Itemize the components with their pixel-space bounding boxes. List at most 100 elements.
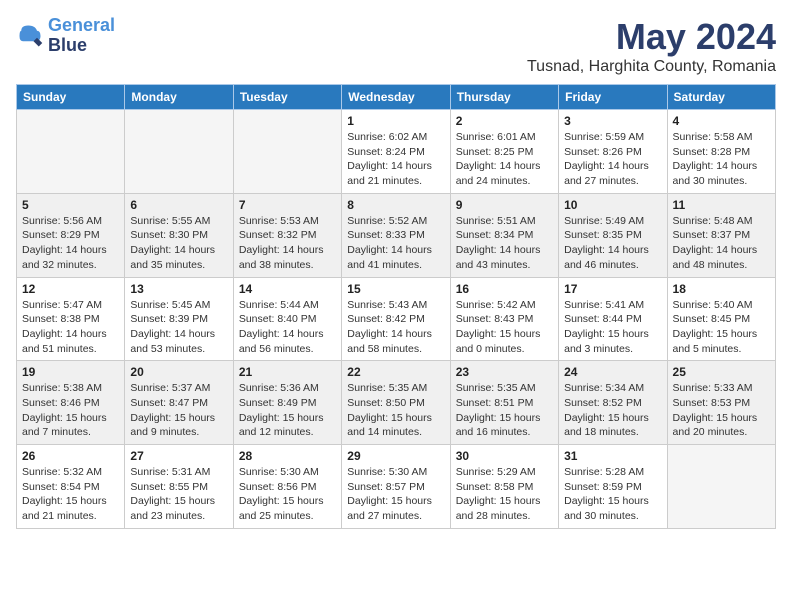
day-info: Sunrise: 5:47 AMSunset: 8:38 PMDaylight:…	[22, 298, 119, 357]
day-number: 14	[239, 282, 336, 296]
day-number: 10	[564, 198, 661, 212]
calendar-day-cell: 30Sunrise: 5:29 AMSunset: 8:58 PMDayligh…	[450, 445, 558, 529]
day-info: Sunrise: 5:55 AMSunset: 8:30 PMDaylight:…	[130, 214, 227, 273]
day-info: Sunrise: 5:59 AMSunset: 8:26 PMDaylight:…	[564, 130, 661, 189]
day-info: Sunrise: 5:53 AMSunset: 8:32 PMDaylight:…	[239, 214, 336, 273]
weekday-header-sunday: Sunday	[17, 85, 125, 110]
calendar-day-cell: 19 Sunrise: 5:38 AMSunset: 8:46 PMDayligh…	[17, 361, 125, 445]
day-info: Sunrise: 5:44 AMSunset: 8:40 PMDaylight:…	[239, 298, 336, 357]
calendar-day-cell	[233, 110, 341, 194]
day-number: 25	[673, 365, 770, 379]
day-number: 11	[673, 198, 770, 212]
calendar-day-cell: 11 Sunrise: 5:48 AMSunset: 8:37 PMDayligh…	[667, 193, 775, 277]
day-number: 24	[564, 365, 661, 379]
calendar-day-cell: 5 Sunrise: 5:56 AMSunset: 8:29 PMDaylight…	[17, 193, 125, 277]
page-header: General Blue May 2024 Tusnad, Harghita C…	[16, 16, 776, 76]
day-info: Sunrise: 5:43 AMSunset: 8:42 PMDaylight:…	[347, 298, 444, 357]
calendar-day-cell: 13Sunrise: 5:45 AMSunset: 8:39 PMDayligh…	[125, 277, 233, 361]
day-info: Sunrise: 6:02 AMSunset: 8:24 PMDaylight:…	[347, 130, 444, 189]
day-info: Sunrise: 5:51 AMSunset: 8:34 PMDaylight:…	[456, 214, 553, 273]
calendar-day-cell: 25 Sunrise: 5:33 AMSunset: 8:53 PMDayligh…	[667, 361, 775, 445]
day-info: Sunrise: 5:40 AMSunset: 8:45 PMDaylight:…	[673, 298, 770, 357]
weekday-header-monday: Monday	[125, 85, 233, 110]
calendar-day-cell: 22 Sunrise: 5:35 AMSunset: 8:50 PMDayligh…	[342, 361, 450, 445]
day-number: 30	[456, 449, 553, 463]
day-info: Sunrise: 5:38 AMSunset: 8:46 PMDaylight:…	[22, 381, 119, 440]
day-number: 6	[130, 198, 227, 212]
calendar-day-cell: 2 Sunrise: 6:01 AMSunset: 8:25 PMDaylight…	[450, 110, 558, 194]
day-info: Sunrise: 5:48 AMSunset: 8:37 PMDaylight:…	[673, 214, 770, 273]
day-number: 16	[456, 282, 553, 296]
day-number: 19	[22, 365, 119, 379]
day-number: 2	[456, 114, 553, 128]
day-number: 1	[347, 114, 444, 128]
day-number: 12	[22, 282, 119, 296]
day-number: 20	[130, 365, 227, 379]
calendar-day-cell: 4 Sunrise: 5:58 AMSunset: 8:28 PMDaylight…	[667, 110, 775, 194]
calendar-week-row: 5 Sunrise: 5:56 AMSunset: 8:29 PMDaylight…	[17, 193, 776, 277]
day-info: Sunrise: 5:35 AMSunset: 8:50 PMDaylight:…	[347, 381, 444, 440]
day-number: 18	[673, 282, 770, 296]
calendar-week-row: 26Sunrise: 5:32 AMSunset: 8:54 PMDayligh…	[17, 445, 776, 529]
calendar-day-cell: 6 Sunrise: 5:55 AMSunset: 8:30 PMDaylight…	[125, 193, 233, 277]
day-number: 7	[239, 198, 336, 212]
calendar-table: SundayMondayTuesdayWednesdayThursdayFrid…	[16, 84, 776, 529]
day-info: Sunrise: 5:52 AMSunset: 8:33 PMDaylight:…	[347, 214, 444, 273]
day-info: Sunrise: 5:30 AMSunset: 8:56 PMDaylight:…	[239, 465, 336, 524]
day-info: Sunrise: 5:33 AMSunset: 8:53 PMDaylight:…	[673, 381, 770, 440]
calendar-day-cell: 15 Sunrise: 5:43 AMSunset: 8:42 PMDayligh…	[342, 277, 450, 361]
month-title: May 2024	[527, 16, 776, 58]
day-info: Sunrise: 5:58 AMSunset: 8:28 PMDaylight:…	[673, 130, 770, 189]
calendar-day-cell	[125, 110, 233, 194]
logo-text: General Blue	[48, 16, 115, 56]
calendar-day-cell: 24Sunrise: 5:34 AMSunset: 8:52 PMDayligh…	[559, 361, 667, 445]
calendar-day-cell	[17, 110, 125, 194]
title-block: May 2024 Tusnad, Harghita County, Romani…	[527, 16, 776, 76]
calendar-day-cell: 28 Sunrise: 5:30 AMSunset: 8:56 PMDayligh…	[233, 445, 341, 529]
weekday-header-saturday: Saturday	[667, 85, 775, 110]
calendar-week-row: 12 Sunrise: 5:47 AMSunset: 8:38 PMDayligh…	[17, 277, 776, 361]
day-info: Sunrise: 5:35 AMSunset: 8:51 PMDaylight:…	[456, 381, 553, 440]
weekday-header-friday: Friday	[559, 85, 667, 110]
day-number: 5	[22, 198, 119, 212]
calendar-day-cell: 17 Sunrise: 5:41 AMSunset: 8:44 PMDayligh…	[559, 277, 667, 361]
calendar-day-cell: 16Sunrise: 5:42 AMSunset: 8:43 PMDayligh…	[450, 277, 558, 361]
day-number: 28	[239, 449, 336, 463]
day-info: Sunrise: 5:30 AMSunset: 8:57 PMDaylight:…	[347, 465, 444, 524]
calendar-week-row: 1 Sunrise: 6:02 AMSunset: 8:24 PMDaylight…	[17, 110, 776, 194]
day-number: 3	[564, 114, 661, 128]
calendar-day-cell: 27Sunrise: 5:31 AMSunset: 8:55 PMDayligh…	[125, 445, 233, 529]
weekday-header-thursday: Thursday	[450, 85, 558, 110]
day-number: 22	[347, 365, 444, 379]
logo: General Blue	[16, 16, 115, 56]
day-number: 29	[347, 449, 444, 463]
calendar-day-cell: 18 Sunrise: 5:40 AMSunset: 8:45 PMDayligh…	[667, 277, 775, 361]
day-number: 13	[130, 282, 227, 296]
day-info: Sunrise: 5:37 AMSunset: 8:47 PMDaylight:…	[130, 381, 227, 440]
day-number: 21	[239, 365, 336, 379]
calendar-day-cell: 31 Sunrise: 5:28 AMSunset: 8:59 PMDayligh…	[559, 445, 667, 529]
day-info: Sunrise: 5:36 AMSunset: 8:49 PMDaylight:…	[239, 381, 336, 440]
day-info: Sunrise: 5:41 AMSunset: 8:44 PMDaylight:…	[564, 298, 661, 357]
weekday-header-row: SundayMondayTuesdayWednesdayThursdayFrid…	[17, 85, 776, 110]
calendar-day-cell: 9 Sunrise: 5:51 AMSunset: 8:34 PMDaylight…	[450, 193, 558, 277]
calendar-day-cell: 20 Sunrise: 5:37 AMSunset: 8:47 PMDayligh…	[125, 361, 233, 445]
day-number: 27	[130, 449, 227, 463]
day-number: 15	[347, 282, 444, 296]
day-info: Sunrise: 5:28 AMSunset: 8:59 PMDaylight:…	[564, 465, 661, 524]
day-info: Sunrise: 5:56 AMSunset: 8:29 PMDaylight:…	[22, 214, 119, 273]
calendar-day-cell: 1 Sunrise: 6:02 AMSunset: 8:24 PMDaylight…	[342, 110, 450, 194]
day-number: 31	[564, 449, 661, 463]
calendar-day-cell: 10Sunrise: 5:49 AMSunset: 8:35 PMDayligh…	[559, 193, 667, 277]
day-number: 23	[456, 365, 553, 379]
weekday-header-tuesday: Tuesday	[233, 85, 341, 110]
calendar-day-cell: 23 Sunrise: 5:35 AMSunset: 8:51 PMDayligh…	[450, 361, 558, 445]
day-number: 17	[564, 282, 661, 296]
day-number: 4	[673, 114, 770, 128]
day-info: Sunrise: 6:01 AMSunset: 8:25 PMDaylight:…	[456, 130, 553, 189]
calendar-day-cell: 21 Sunrise: 5:36 AMSunset: 8:49 PMDayligh…	[233, 361, 341, 445]
calendar-week-row: 19 Sunrise: 5:38 AMSunset: 8:46 PMDayligh…	[17, 361, 776, 445]
day-number: 8	[347, 198, 444, 212]
location: Tusnad, Harghita County, Romania	[527, 58, 776, 76]
day-number: 9	[456, 198, 553, 212]
